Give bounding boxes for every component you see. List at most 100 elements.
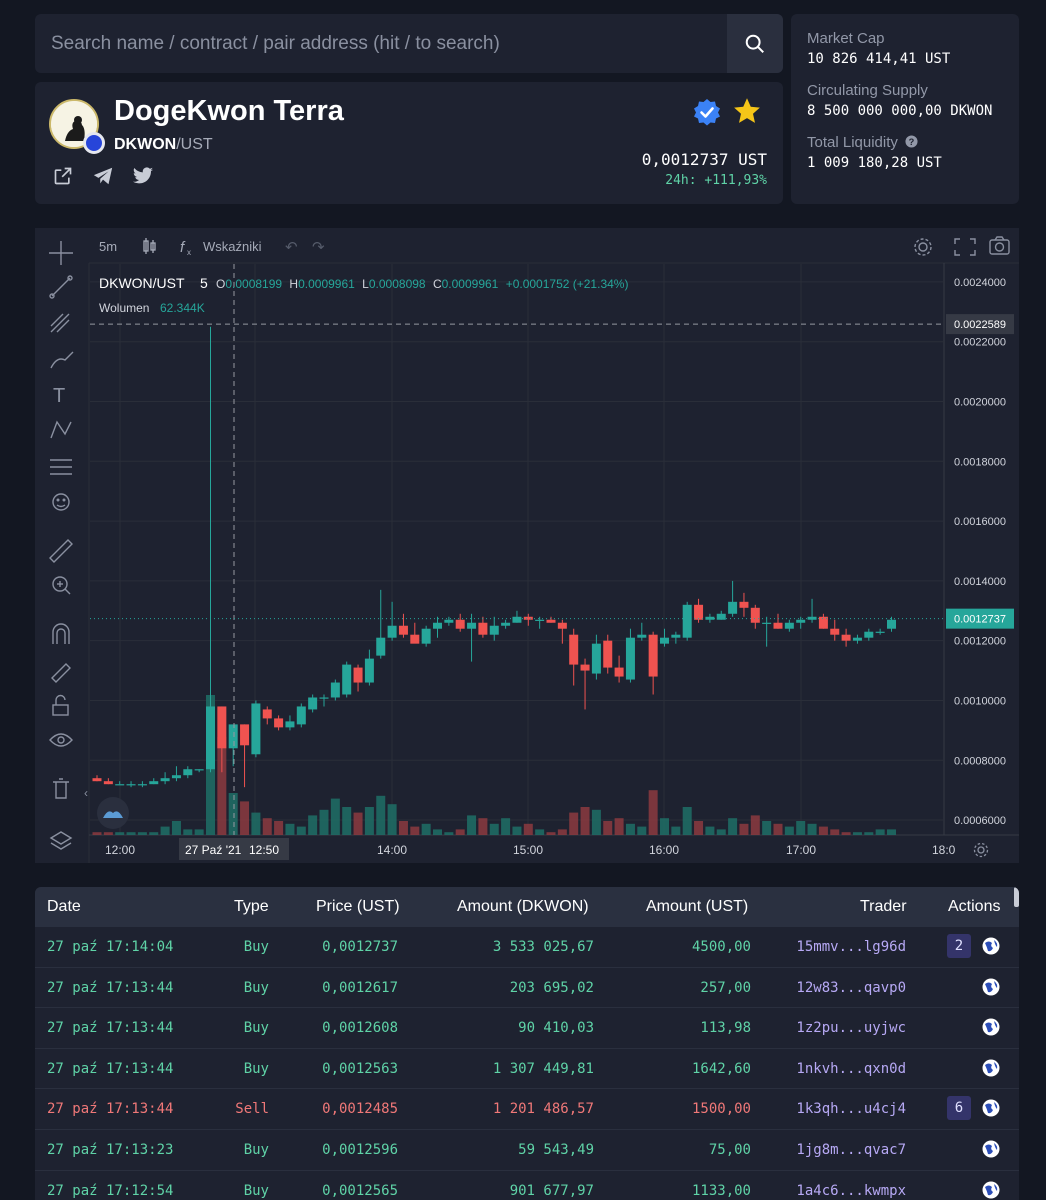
external-link-icon[interactable] bbox=[51, 164, 75, 188]
prediction-tool-icon[interactable] bbox=[50, 459, 72, 475]
lock-icon[interactable] bbox=[52, 694, 69, 716]
search-input[interactable] bbox=[35, 14, 727, 73]
trade-trader[interactable]: 1a4c6...kwmpx bbox=[796, 1183, 906, 1199]
trade-row[interactable]: 27 paź 17:13:23 Buy 0,0012596 59 543,49 75,0… bbox=[35, 1130, 1019, 1171]
terra-finder-globe-icon[interactable] bbox=[982, 978, 1000, 996]
brush-tool-icon[interactable] bbox=[50, 351, 74, 369]
terra-finder-globe-icon[interactable] bbox=[982, 1140, 1000, 1158]
zoom-in-icon[interactable] bbox=[52, 576, 71, 595]
trade-amount-token: 901 677,97 bbox=[509, 1182, 594, 1199]
search-icon bbox=[745, 34, 764, 53]
terra-finder-globe-icon[interactable] bbox=[982, 1018, 1000, 1036]
col-type[interactable]: Type bbox=[234, 898, 269, 916]
volume-bar bbox=[376, 795, 386, 835]
trendline-tool-icon[interactable] bbox=[49, 275, 73, 299]
trader-tx-count-badge[interactable]: 2 bbox=[947, 934, 971, 958]
favorite-star-icon[interactable] bbox=[732, 96, 762, 126]
pattern-tool-icon[interactable] bbox=[50, 420, 72, 439]
help-icon[interactable]: ? bbox=[905, 135, 918, 148]
candle-body bbox=[762, 622, 772, 624]
trade-row[interactable]: 27 paź 17:13:44 Buy 0,0012608 90 410,03 113,… bbox=[35, 1008, 1019, 1049]
trade-trader[interactable]: 12w83...qavp0 bbox=[796, 980, 906, 996]
price-tick-label: 0.0016000 bbox=[954, 516, 1006, 528]
twitter-icon[interactable] bbox=[131, 164, 155, 188]
terra-finder-globe-icon[interactable] bbox=[982, 937, 1000, 955]
candle-body bbox=[319, 697, 329, 699]
indicators-icon[interactable]: f bbox=[180, 239, 186, 256]
volume-bar bbox=[467, 815, 477, 835]
telegram-icon[interactable] bbox=[91, 164, 115, 188]
candle-type-icon[interactable] bbox=[143, 238, 156, 254]
redo-icon[interactable]: ↷ bbox=[312, 239, 325, 256]
price-chart[interactable]: T ‹ 5m f x Wskaźniki ↶ ↷ 0.0024000 0.002… bbox=[35, 228, 1019, 863]
chart-canvas[interactable]: T ‹ 5m f x Wskaźniki ↶ ↷ 0.00240000.0022… bbox=[35, 228, 1019, 863]
trade-amount-token: 1 307 449,81 bbox=[492, 1060, 594, 1077]
trade-row[interactable]: 27 paź 17:13:44 Sell 0,0012485 1 201 486,57… bbox=[35, 1089, 1019, 1130]
trader-tx-count-badge[interactable]: 6 bbox=[947, 1096, 971, 1121]
scrollbar[interactable] bbox=[1014, 887, 1019, 907]
trade-type: Buy bbox=[243, 1141, 269, 1158]
candle-body bbox=[183, 769, 193, 776]
token-links bbox=[51, 164, 155, 188]
trade-type: Buy bbox=[243, 1020, 269, 1037]
volume-bar bbox=[501, 818, 511, 835]
trade-row[interactable]: 27 paź 17:12:54 Buy 0,0012565 901 677,97 113… bbox=[35, 1171, 1019, 1200]
time-tick-label: 14:00 bbox=[377, 843, 407, 857]
visibility-eye-icon[interactable] bbox=[49, 733, 73, 747]
text-tool-icon[interactable]: T bbox=[53, 385, 65, 407]
current-price: 0,0012737 UST bbox=[641, 150, 767, 169]
volume-bar bbox=[240, 801, 250, 835]
axis-settings-gear-icon[interactable] bbox=[973, 842, 989, 858]
col-amount-token[interactable]: Amount (DKWON) bbox=[457, 898, 589, 916]
crosshair-tool-icon[interactable] bbox=[49, 241, 73, 265]
price-tick-label: 0.0018000 bbox=[954, 456, 1006, 468]
camera-icon[interactable] bbox=[989, 236, 1010, 255]
terra-finder-globe-icon[interactable] bbox=[982, 1059, 1000, 1077]
trade-date: 27 paź 17:14:04 bbox=[47, 939, 174, 955]
time-tick-label: 16:00 bbox=[649, 843, 679, 857]
candle-body bbox=[296, 706, 306, 725]
interval-selector[interactable]: 5m bbox=[99, 239, 117, 254]
terra-finder-globe-icon[interactable] bbox=[982, 1181, 1000, 1199]
trade-trader[interactable]: 1jg8m...qvac7 bbox=[796, 1142, 906, 1158]
col-trader[interactable]: Trader bbox=[860, 898, 907, 916]
pitchfork-tool-icon[interactable] bbox=[50, 313, 70, 333]
lock-drawing-edit-icon[interactable] bbox=[51, 663, 71, 683]
emoji-tool-icon[interactable] bbox=[52, 493, 70, 511]
settings-gear-icon[interactable] bbox=[914, 238, 932, 256]
search-button[interactable] bbox=[727, 14, 783, 73]
trade-row[interactable]: 27 paź 17:13:44 Buy 0,0012563 1 307 449,81 1… bbox=[35, 1049, 1019, 1090]
candle-body bbox=[376, 637, 386, 656]
trade-trader[interactable]: 1k3qh...u4cj4 bbox=[796, 1101, 906, 1117]
layers-icon[interactable] bbox=[49, 831, 73, 850]
tradingview-logo-icon[interactable] bbox=[97, 797, 129, 829]
trade-trader[interactable]: 15mmv...lg96d bbox=[796, 939, 906, 955]
candle-body bbox=[773, 622, 783, 629]
col-amount-ust[interactable]: Amount (UST) bbox=[646, 898, 748, 916]
candle-body bbox=[251, 703, 261, 755]
undo-icon[interactable]: ↶ bbox=[285, 239, 298, 256]
volume-bar bbox=[342, 807, 352, 835]
trade-amount-ust: 1642,60 bbox=[691, 1060, 751, 1077]
ruler-tool-icon[interactable] bbox=[49, 539, 73, 563]
trade-row[interactable]: 27 paź 17:14:04 Buy 0,0012737 3 533 025,67 4… bbox=[35, 927, 1019, 968]
volume-bar bbox=[137, 832, 147, 835]
price-tick-label: 0.0008000 bbox=[954, 755, 1006, 767]
trash-icon[interactable] bbox=[53, 778, 69, 799]
col-price[interactable]: Price (UST) bbox=[316, 898, 400, 916]
magnet-icon[interactable] bbox=[52, 623, 70, 644]
candle-body bbox=[637, 634, 647, 638]
candle-body bbox=[648, 634, 658, 677]
trade-row[interactable]: 27 paź 17:13:44 Buy 0,0012617 203 695,02 257… bbox=[35, 968, 1019, 1009]
indicators-icon-sub: x bbox=[187, 248, 191, 257]
fullscreen-icon[interactable] bbox=[954, 238, 976, 256]
candle-body bbox=[103, 781, 113, 785]
trade-trader[interactable]: 1nkvh...qxn0d bbox=[796, 1061, 906, 1077]
terra-finder-globe-icon[interactable] bbox=[982, 1099, 1000, 1117]
indicators-button[interactable]: Wskaźniki bbox=[203, 239, 262, 254]
search-bar bbox=[35, 14, 783, 73]
volume-bar bbox=[614, 818, 624, 835]
trade-trader[interactable]: 1z2pu...uyjwc bbox=[796, 1020, 906, 1036]
collapse-toolbar-icon[interactable]: ‹ bbox=[84, 786, 88, 800]
col-date[interactable]: Date bbox=[47, 898, 81, 916]
